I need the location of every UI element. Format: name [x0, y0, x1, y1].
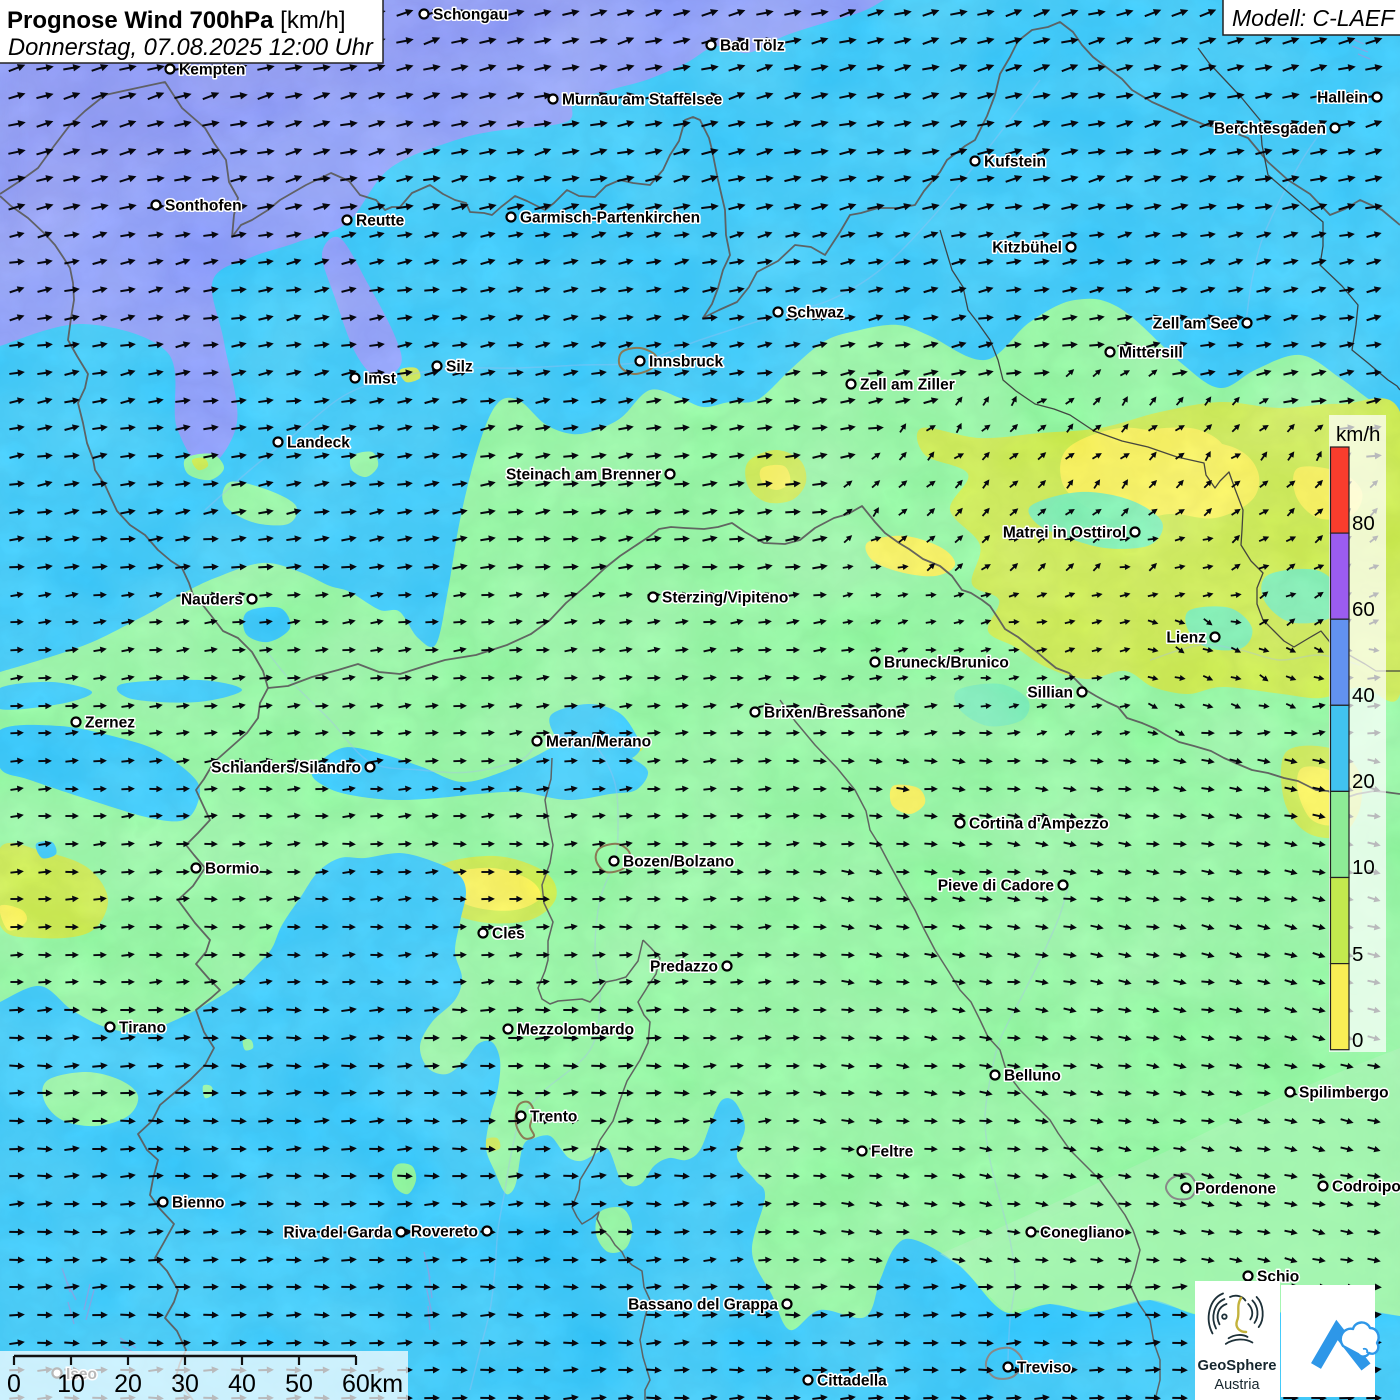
svg-text:Brixen/Bressanone: Brixen/Bressanone — [764, 705, 906, 722]
svg-text:Mittersill: Mittersill — [1119, 345, 1183, 362]
svg-text:Cittadella: Cittadella — [817, 1373, 887, 1390]
svg-text:Trento: Trento — [530, 1109, 577, 1126]
svg-text:Conegliano: Conegliano — [1040, 1225, 1124, 1242]
svg-text:Schlanders/Silandro: Schlanders/Silandro — [211, 760, 361, 777]
svg-text:Treviso: Treviso — [1017, 1360, 1071, 1377]
svg-text:Innsbruck: Innsbruck — [649, 354, 723, 371]
svg-text:Kempten: Kempten — [179, 62, 245, 79]
svg-text:Spilimbergo: Spilimbergo — [1299, 1085, 1389, 1102]
svg-text:Sterzing/Vipiteno: Sterzing/Vipiteno — [662, 590, 788, 607]
svg-text:Reutte: Reutte — [356, 213, 405, 230]
svg-text:Lienz: Lienz — [1166, 630, 1206, 647]
svg-text:km/h: km/h — [1336, 423, 1380, 446]
svg-text:Murnau am Staffelsee: Murnau am Staffelsee — [562, 92, 723, 109]
svg-text:Mezzolombardo: Mezzolombardo — [517, 1022, 634, 1039]
svg-text:Matrei in Osttirol: Matrei in Osttirol — [1003, 525, 1126, 542]
svg-text:Cles: Cles — [492, 926, 525, 943]
svg-text:Prognose Wind 700hPa [km/h]: Prognose Wind 700hPa [km/h] — [7, 7, 346, 34]
svg-text:Meran/Merano: Meran/Merano — [546, 734, 651, 751]
svg-text:Silz: Silz — [446, 359, 473, 376]
svg-text:Kufstein: Kufstein — [984, 154, 1046, 171]
svg-text:Predazzo: Predazzo — [650, 959, 718, 976]
svg-text:Austria: Austria — [1214, 1377, 1260, 1393]
svg-text:Landeck: Landeck — [287, 435, 350, 452]
svg-text:Steinach am Brenner: Steinach am Brenner — [506, 467, 661, 484]
svg-text:Belluno: Belluno — [1004, 1068, 1061, 1085]
svg-text:60: 60 — [1352, 598, 1375, 621]
svg-text:Codroipo: Codroipo — [1332, 1179, 1400, 1196]
svg-text:20: 20 — [1352, 770, 1375, 793]
svg-text:40: 40 — [228, 1370, 256, 1398]
svg-text:30: 30 — [171, 1370, 199, 1398]
svg-text:Pieve di Cadore: Pieve di Cadore — [938, 878, 1055, 895]
svg-text:20: 20 — [114, 1370, 142, 1398]
svg-text:0: 0 — [7, 1370, 21, 1398]
svg-text:Bassano del Grappa: Bassano del Grappa — [628, 1297, 778, 1314]
svg-text:Modell: C-LAEF: Modell: C-LAEF — [1232, 5, 1396, 31]
svg-text:Bad Tölz: Bad Tölz — [720, 38, 785, 55]
svg-text:Garmisch-Partenkirchen: Garmisch-Partenkirchen — [520, 210, 700, 227]
svg-text:Bruneck/Brunico: Bruneck/Brunico — [884, 655, 1009, 672]
svg-text:Zell am See: Zell am See — [1153, 316, 1239, 333]
svg-text:Rovereto: Rovereto — [411, 1224, 478, 1241]
svg-text:Kitzbühel: Kitzbühel — [992, 240, 1062, 257]
svg-text:10: 10 — [1352, 856, 1375, 879]
svg-text:Berchtesgaden: Berchtesgaden — [1214, 121, 1326, 138]
svg-text:Sonthofen: Sonthofen — [165, 198, 242, 215]
svg-text:80: 80 — [1352, 512, 1375, 535]
svg-text:Tirano: Tirano — [119, 1020, 166, 1037]
svg-text:Schwaz: Schwaz — [787, 305, 844, 322]
svg-text:Riva del Garda: Riva del Garda — [283, 1225, 392, 1242]
svg-text:Pordenone: Pordenone — [1195, 1181, 1276, 1198]
svg-text:Sillian: Sillian — [1027, 685, 1073, 702]
svg-text:Nauders: Nauders — [181, 592, 243, 609]
svg-text:Zernez: Zernez — [85, 715, 135, 732]
svg-text:Bienno: Bienno — [172, 1195, 225, 1212]
svg-text:Schongau: Schongau — [433, 7, 508, 24]
svg-text:Hallein: Hallein — [1317, 90, 1368, 107]
svg-text:Bormio: Bormio — [205, 861, 259, 878]
svg-text:GeoSphere: GeoSphere — [1198, 1358, 1277, 1374]
svg-text:10: 10 — [57, 1370, 85, 1398]
svg-text:Zell am Ziller: Zell am Ziller — [860, 377, 955, 394]
svg-text:Cortina d'Ampezzo: Cortina d'Ampezzo — [969, 816, 1109, 833]
svg-text:0: 0 — [1352, 1029, 1363, 1052]
svg-text:40: 40 — [1352, 684, 1375, 707]
svg-text:Bozen/Bolzano: Bozen/Bolzano — [623, 854, 734, 871]
svg-text:Donnerstag, 07.08.2025 12:00 U: Donnerstag, 07.08.2025 12:00 Uhr — [8, 35, 374, 61]
svg-text:50: 50 — [285, 1370, 313, 1398]
svg-text:5: 5 — [1352, 943, 1363, 966]
svg-text:Imst: Imst — [364, 371, 396, 388]
svg-text:Feltre: Feltre — [871, 1144, 914, 1161]
svg-text:60km: 60km — [342, 1370, 403, 1398]
